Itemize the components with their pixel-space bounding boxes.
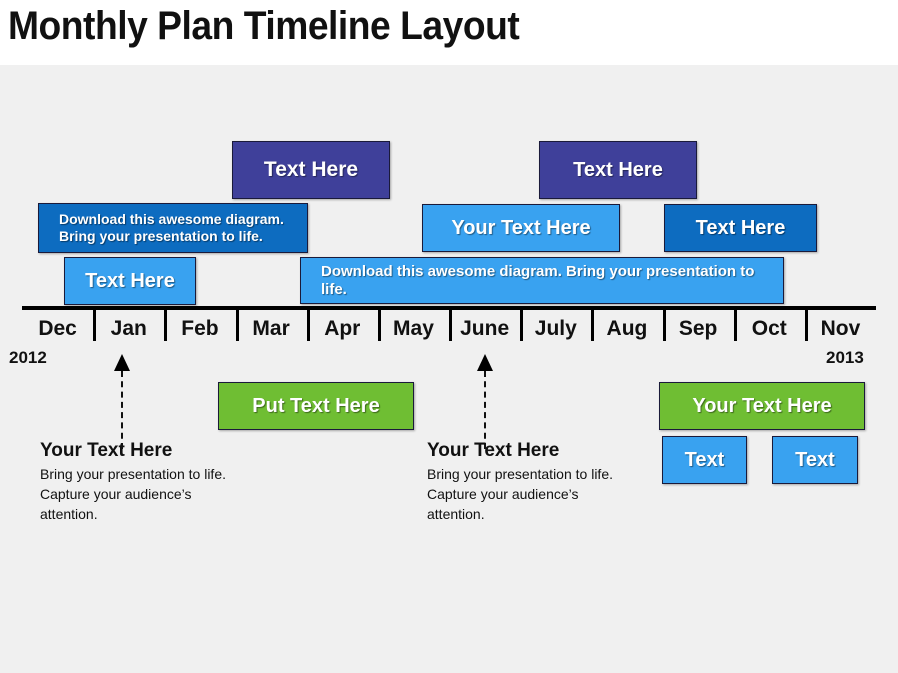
bar-lightblue-text-2[interactable]: Text <box>772 436 858 484</box>
month-label: Oct <box>751 317 787 340</box>
bar-label: Text Here <box>264 157 358 182</box>
annotation-line: attention. <box>427 505 485 522</box>
annotation-title: Your Text Here <box>427 440 560 461</box>
marker-jan <box>114 354 130 449</box>
month-cell-sep[interactable]: Sep <box>662 310 734 348</box>
annotation-title: Your Text Here <box>40 440 173 461</box>
bar-label: Text Here <box>85 269 175 293</box>
bar-lightblue-download[interactable]: Download this awesome diagram. Bring you… <box>300 257 784 304</box>
bar-green-put-text-here[interactable]: Put Text Here <box>218 382 414 430</box>
month-cell-apr[interactable]: Apr <box>306 310 378 348</box>
month-cell-july[interactable]: July <box>520 310 591 348</box>
bar-label: Download this awesome diagram. Bring you… <box>321 263 783 299</box>
month-cell-oct[interactable]: Oct <box>733 310 805 348</box>
bar-label-line: Bring your presentation to life. <box>59 228 263 244</box>
bar-label-line: Download this awesome diagram. <box>59 211 284 228</box>
bar-green-your-text-here[interactable]: Your Text Here <box>659 382 865 430</box>
bar-blue-text-here[interactable]: Text Here <box>664 204 817 252</box>
month-label: Nov <box>820 317 861 340</box>
month-cell-nov[interactable]: Nov <box>804 310 876 348</box>
bar-label-line: Text Here <box>85 270 175 292</box>
bar-label: Text <box>685 448 725 472</box>
bar-label-line: Your Text Here <box>692 395 832 417</box>
marker-dashed-line <box>121 371 123 449</box>
bar-label-line: Text Here <box>573 159 663 181</box>
arrow-up-icon <box>114 354 130 371</box>
bar-lightblue-your-text-here[interactable]: Your Text Here <box>422 204 620 252</box>
bar-lightblue-text-here[interactable]: Text Here <box>64 257 196 305</box>
marker-june <box>477 354 493 449</box>
annotation-june: Your Text Here Bring your presentation to… <box>427 440 613 525</box>
month-label: Sep <box>678 317 718 340</box>
month-label: July <box>534 317 577 340</box>
annotation-line: attention. <box>40 505 98 522</box>
month-label: Jan <box>110 317 147 340</box>
month-cell-dec[interactable]: Dec <box>22 310 93 348</box>
annotation-line: Bring your presentation to life. <box>427 466 613 482</box>
bar-label: Your Text Here <box>451 216 590 240</box>
month-label: May <box>393 317 434 340</box>
arrow-up-icon <box>477 354 493 371</box>
month-cell-jan[interactable]: Jan <box>93 310 164 348</box>
page-title: Monthly Plan Timeline Layout <box>8 4 520 48</box>
bar-label: Download this awesome diagram. Bring your… <box>59 211 284 245</box>
annotation-line: Bring your presentation to life. <box>40 466 226 482</box>
bar-label: Your Text Here <box>692 394 831 418</box>
bar-label-line: Text Here <box>263 158 359 182</box>
bar-navy-left[interactable]: Text Here <box>232 141 390 199</box>
bar-label-line: Put Text Here <box>252 395 380 417</box>
month-cell-mar[interactable]: Mar <box>235 310 307 348</box>
month-label: Feb <box>181 317 219 340</box>
month-cell-may[interactable]: May <box>377 310 449 348</box>
year-label-end: 2013 <box>826 348 864 367</box>
year-label-start: 2012 <box>9 348 47 367</box>
bar-label-line: Download this awesome diagram. Bring you… <box>321 262 755 298</box>
bar-label-line: Text <box>795 449 835 471</box>
month-label: Mar <box>252 317 290 340</box>
annotation-line: Capture your audience’s <box>427 485 579 502</box>
bar-navy-right[interactable]: Text Here <box>539 141 697 199</box>
timeline-month-scale: Dec Jan Feb Mar Apr May June July Aug Sep Oct Nov <box>22 310 876 348</box>
bar-blue-download[interactable]: Download this awesome diagram. Bring your… <box>38 203 308 253</box>
month-cell-aug[interactable]: Aug <box>591 310 662 348</box>
month-label: Dec <box>38 317 77 340</box>
bar-label-line: Text <box>684 449 725 471</box>
bar-label: Text <box>795 448 835 472</box>
bar-label: Text Here <box>696 216 786 240</box>
annotation-jan: Your Text Here Bring your presentation to… <box>40 440 226 525</box>
slide-canvas: Monthly Plan Timeline Layout Text Here Te… <box>0 0 898 673</box>
diagram-area: Text Here Text Here Download this awesome … <box>0 65 898 673</box>
bar-label: Put Text Here <box>252 394 379 418</box>
month-cell-feb[interactable]: Feb <box>164 310 235 348</box>
bar-label-line: Text Here <box>695 217 786 239</box>
bar-label: Text Here <box>573 158 663 182</box>
month-cell-june[interactable]: June <box>449 310 520 348</box>
header-band: Monthly Plan Timeline Layout <box>0 0 898 65</box>
annotation-line: Capture your audience’s <box>40 485 192 502</box>
month-label: Aug <box>606 317 648 340</box>
month-label: Apr <box>324 317 361 340</box>
bar-lightblue-text-1[interactable]: Text <box>662 436 747 484</box>
bar-label-line: Your Text Here <box>451 217 591 239</box>
month-label: June <box>460 317 510 340</box>
marker-dashed-line <box>484 371 486 449</box>
